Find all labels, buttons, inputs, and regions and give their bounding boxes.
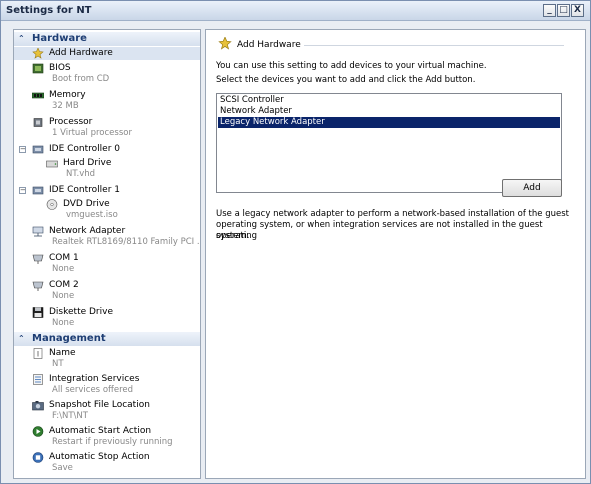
- bios-chip-icon: [32, 63, 44, 74]
- sidebar-item-add-hardware[interactable]: Add Hardware: [14, 47, 200, 60]
- management-section-header[interactable]: ⌃ Management: [14, 332, 200, 346]
- title-bar[interactable]: Settings for NT _ □ X: [1, 1, 590, 21]
- dvd-drive-icon: [46, 199, 58, 210]
- window-title: Settings for NT: [6, 5, 92, 16]
- collapse-chevron-icon[interactable]: ⌃: [18, 34, 27, 43]
- sidebar-item-automatic-start-action[interactable]: Automatic Start Action Restart if previo…: [14, 425, 200, 449]
- close-button[interactable]: X: [571, 4, 584, 17]
- com-port-icon: [32, 254, 44, 264]
- ide-controller-icon: [32, 186, 44, 195]
- sidebar-item-network-adapter[interactable]: Network Adapter Realtek RTL8169/8110 Fam…: [14, 225, 200, 249]
- minimize-button[interactable]: _: [543, 4, 556, 17]
- com-port-icon: [32, 281, 44, 291]
- sidebar-item-com-1[interactable]: COM 1 None: [14, 252, 200, 276]
- add-hardware-icon: [218, 37, 232, 50]
- add-hardware-icon: [32, 48, 44, 59]
- settings-detail-panel: Add Hardware You can use this setting to…: [205, 29, 586, 479]
- collapse-chevron-icon[interactable]: ⌃: [18, 334, 27, 343]
- snapshot-icon: [32, 401, 44, 411]
- description-line-1: Use a legacy network adapter to perform …: [216, 209, 569, 219]
- sidebar-item-diskette-drive[interactable]: Diskette Drive None: [14, 306, 200, 330]
- sidebar-item-name[interactable]: Name NT: [14, 347, 200, 371]
- list-item-network-adapter[interactable]: Network Adapter: [218, 106, 560, 117]
- hard-drive-icon: [46, 160, 58, 168]
- description-line-2: operating system, or when integration se…: [216, 220, 543, 241]
- add-button[interactable]: Add: [502, 179, 562, 197]
- name-document-icon: [33, 348, 43, 359]
- integration-services-icon: [33, 374, 43, 385]
- stop-action-icon: [32, 452, 44, 463]
- maximize-button[interactable]: □: [557, 4, 570, 17]
- collapse-toggle-icon[interactable]: −: [19, 187, 26, 194]
- sidebar-item-processor[interactable]: Processor 1 Virtual processor: [14, 116, 200, 140]
- settings-tree: ⌃ Hardware Add Hardware BIOS Boot from C…: [13, 29, 201, 479]
- memory-module-icon: [32, 92, 44, 99]
- sidebar-item-snapshot-file-location[interactable]: Snapshot File Location F:\NT\NT: [14, 399, 200, 423]
- ide-controller-icon: [32, 145, 44, 154]
- network-adapter-icon: [32, 226, 44, 237]
- group-divider: [304, 45, 564, 46]
- settings-window: Settings for NT _ □ X ⌃ Hardware Add Har…: [0, 0, 591, 484]
- list-item-legacy-network-adapter[interactable]: Legacy Network Adapter: [218, 117, 560, 128]
- sidebar-item-integration-services[interactable]: Integration Services All services offere…: [14, 373, 200, 397]
- description-line-3: system.: [216, 231, 250, 241]
- hardware-section-header[interactable]: ⌃ Hardware: [14, 32, 200, 46]
- diskette-icon: [32, 307, 44, 318]
- device-listbox[interactable]: SCSI Controller Network Adapter Legacy N…: [216, 93, 562, 193]
- sidebar-item-bios[interactable]: BIOS Boot from CD: [14, 62, 200, 86]
- sidebar-item-ide-controller-1[interactable]: − IDE Controller 1: [14, 184, 200, 197]
- start-action-icon: [32, 426, 44, 437]
- collapse-toggle-icon[interactable]: −: [19, 146, 26, 153]
- sidebar-item-automatic-stop-action[interactable]: Automatic Stop Action Save: [14, 451, 200, 475]
- sidebar-item-hard-drive[interactable]: Hard Drive NT.vhd: [14, 157, 200, 181]
- processor-icon: [33, 118, 43, 127]
- instruction-text: Select the devices you want to add and c…: [216, 75, 476, 85]
- sidebar-item-ide-controller-0[interactable]: − IDE Controller 0: [14, 143, 200, 156]
- sidebar-item-dvd-drive[interactable]: DVD Drive vmguest.iso: [14, 198, 200, 222]
- sidebar-item-memory[interactable]: Memory 32 MB: [14, 89, 200, 113]
- group-title: Add Hardware: [237, 40, 301, 50]
- sidebar-item-com-2[interactable]: COM 2 None: [14, 279, 200, 303]
- intro-text: You can use this setting to add devices …: [216, 61, 487, 71]
- list-item-scsi-controller[interactable]: SCSI Controller: [218, 95, 560, 106]
